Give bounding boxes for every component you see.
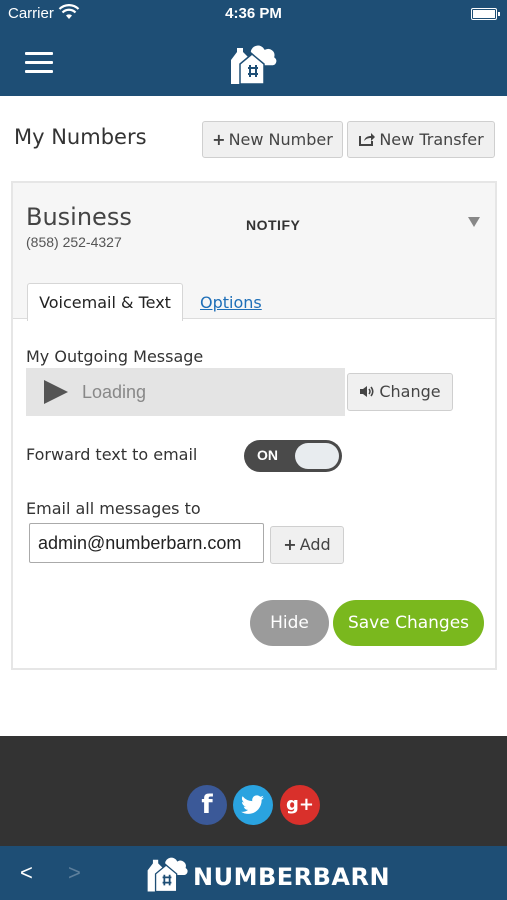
plus-icon: + (212, 130, 226, 149)
hide-button[interactable]: Hide (250, 600, 329, 646)
brand-name: NUMBERBARN (193, 863, 391, 891)
forward-text-label: Forward text to email (26, 445, 198, 464)
battery-icon (471, 8, 500, 20)
toggle-knob (295, 443, 339, 469)
plus-icon: + (283, 535, 297, 554)
add-label: Add (299, 535, 331, 554)
tab-voicemail-text[interactable]: Voicemail & Text (27, 283, 183, 321)
number-name: Business (26, 203, 132, 231)
facebook-icon[interactable]: f (187, 785, 227, 825)
twitter-icon[interactable] (233, 785, 273, 825)
clock: 4:36 PM (225, 5, 282, 22)
google-plus-icon[interactable]: g+ (280, 785, 320, 825)
page-title: My Numbers (14, 125, 147, 149)
caret-down-icon[interactable] (468, 217, 480, 227)
tab-options[interactable]: Options (200, 293, 262, 312)
share-icon (359, 133, 376, 146)
phone-number: (858) 252-4327 (26, 234, 122, 250)
outgoing-message-label: My Outgoing Message (26, 347, 204, 366)
forward-button[interactable]: > (68, 860, 81, 886)
change-label: Change (379, 382, 441, 401)
forward-text-toggle[interactable]: ON (244, 440, 342, 472)
status-bar: Carrier 4:36 PM (0, 0, 507, 28)
hamburger-menu-icon[interactable] (25, 52, 53, 74)
footer: f g+ (0, 736, 507, 846)
save-changes-button[interactable]: Save Changes (333, 600, 484, 646)
notify-mode: NOTIFY (246, 217, 301, 233)
number-card: Business (858) 252-4327 NOTIFY Voicemail… (11, 181, 497, 670)
add-email-button[interactable]: + Add (270, 526, 344, 564)
change-button[interactable]: Change (347, 373, 453, 411)
new-number-label: New Number (228, 130, 333, 149)
twitter-bird-icon (241, 795, 264, 814)
new-number-button[interactable]: + New Number (202, 121, 343, 158)
speaker-icon (360, 386, 374, 397)
number-card-header[interactable]: Business (858) 252-4327 NOTIFY Voicemail… (13, 183, 495, 321)
toggle-state: ON (257, 447, 278, 463)
top-nav-bar: Carrier 4:36 PM (0, 0, 507, 96)
back-button[interactable]: < (20, 860, 33, 886)
player-status: Loading (82, 382, 147, 402)
new-transfer-button[interactable]: New Transfer (347, 121, 495, 158)
numberbarn-brand[interactable]: NUMBERBARN (145, 852, 390, 894)
barn-logo-icon (147, 856, 189, 893)
bottom-bar: < > NUMBERBARN (0, 846, 507, 900)
play-icon[interactable] (44, 380, 68, 404)
audio-player: Loading (26, 368, 345, 416)
new-transfer-label: New Transfer (379, 130, 484, 149)
barn-logo-icon[interactable] (228, 40, 278, 86)
email-messages-label: Email all messages to (26, 499, 201, 518)
email-field[interactable]: admin@numberbarn.com (29, 523, 264, 563)
